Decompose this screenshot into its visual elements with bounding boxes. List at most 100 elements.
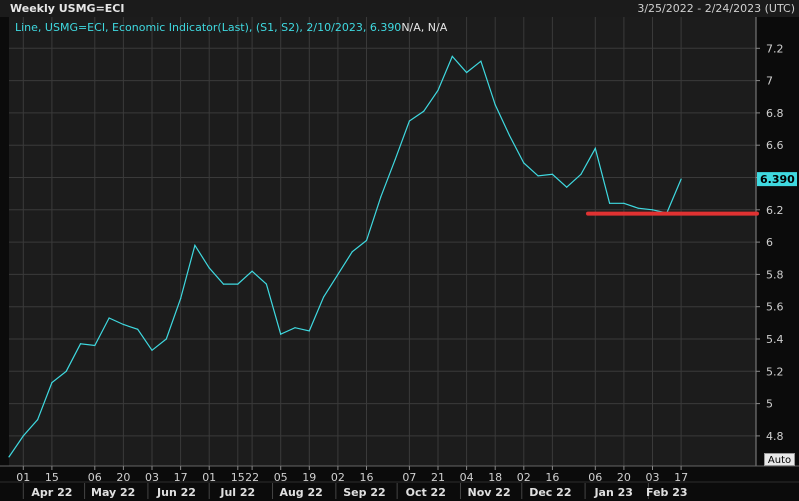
series-point [609,202,611,204]
series-point [566,186,568,188]
y-tick-label: 6.8 [766,107,784,120]
series-point [222,283,225,285]
x-tick-label: 02 [331,471,345,484]
series-point [151,349,153,351]
x-tick-label: 01 [16,471,30,484]
series-point [523,162,525,164]
x-tick-label: 02 [517,471,531,484]
x-tick-label: 03 [646,471,660,484]
series-point [22,435,24,437]
y-tick-label: 7.2 [766,42,784,55]
series-point [466,71,468,74]
x-tick-label: 21 [431,471,445,484]
series-point [508,134,511,137]
series-point [351,251,353,253]
x-tick-label: 20 [116,471,130,484]
auto-scale-button[interactable]: Auto [764,453,795,466]
series-point [65,370,67,372]
series-point [165,338,167,340]
x-tick-label: 17 [174,471,188,484]
legend-na: N/A, N/A [401,21,448,34]
legend: Line, USMG=ECI, Economic Indicator(Last)… [15,21,447,34]
x-month-label: Aug 22 [279,486,322,499]
x-month-label: Jun 22 [156,486,196,499]
x-tick-label: 16 [545,471,559,484]
series-point [94,344,96,347]
series-point [37,419,39,421]
series-point [337,273,339,275]
x-month-label: Feb 23 [646,486,688,499]
x-axis: 01 15 06 20 03 17 01 15 22 05 19 02 16 07 21 04 18 02 16 06… [0,465,799,501]
last-value-label: 6.390 [760,173,795,186]
series-point [651,209,654,211]
series-point [380,196,382,198]
x-month-label: Dec 22 [529,486,571,499]
series-point [108,317,110,319]
y-tick-label: 5.6 [766,301,784,314]
x-tick-label: 03 [145,471,159,484]
series-point [623,202,625,204]
x-tick-label: 04 [460,471,474,484]
series-point [208,267,210,269]
series-point [480,60,482,62]
series-point [551,173,554,175]
plot-area [9,17,756,466]
x-month-label: Sep 22 [343,486,385,499]
x-tick-label: 06 [588,471,602,484]
series-point [137,328,139,330]
series-point [79,343,82,345]
x-tick-label: 06 [88,471,102,484]
series-point [194,244,196,246]
series-point [680,178,682,180]
x-month-label: Apr 22 [31,486,72,499]
series-point [408,120,410,122]
series-point [323,296,325,298]
series-point [537,175,539,177]
x-month-label: Jan 23 [593,486,632,499]
series-point [265,283,267,285]
y-tick-label: 7 [766,75,773,88]
series-point [8,456,10,458]
chart-canvas[interactable]: 4.855.25.45.65.866.26.46.66.877.2 011506… [0,0,799,501]
y-tick-label: 6.2 [766,204,784,217]
series-point [294,327,296,329]
series-point [637,207,639,209]
x-tick-label: 05 [274,471,288,484]
series-point [494,104,496,106]
y-tick-label: 6 [766,236,773,249]
x-tick-label: 01 [202,471,216,484]
x-tick-label: 07 [402,471,416,484]
series-point [51,382,53,384]
x-tick-label: 20 [617,471,631,484]
x-month-label: Nov 22 [468,486,511,499]
x-month-label: Oct 22 [406,486,446,499]
x-tick-label: 15 [231,471,245,484]
y-tick-label: 4.8 [766,430,784,443]
series-point [580,173,582,175]
x-tick-label: 18 [488,471,502,484]
x-tick-label: 22 [245,471,259,484]
series-point [280,333,282,335]
series-point [437,89,439,91]
x-tick-label: 15 [45,471,59,484]
x-tick-label: 17 [674,471,688,484]
x-tick-label: 19 [302,471,316,484]
y-axis: 4.855.25.45.65.866.26.46.66.877.2 [755,17,784,466]
series-point [451,55,453,58]
x-month-label: May 22 [91,486,135,499]
x-month-label: Jul 22 [219,486,255,499]
y-tick-label: 6.6 [766,139,784,152]
series-point [122,323,124,326]
series-point [308,330,310,332]
x-tick-label: 16 [360,471,374,484]
y-tick-label: 5.2 [766,365,784,378]
y-tick-label: 5 [766,398,773,411]
y-tick-label: 5.8 [766,268,784,281]
series-point [237,283,239,285]
series-point [594,147,596,149]
series-point [365,239,368,242]
legend-text: Line, USMG=ECI, Economic Indicator(Last)… [15,21,402,34]
series-point [394,159,396,161]
series-point [423,110,425,112]
y-tick-label: 5.4 [766,333,784,346]
